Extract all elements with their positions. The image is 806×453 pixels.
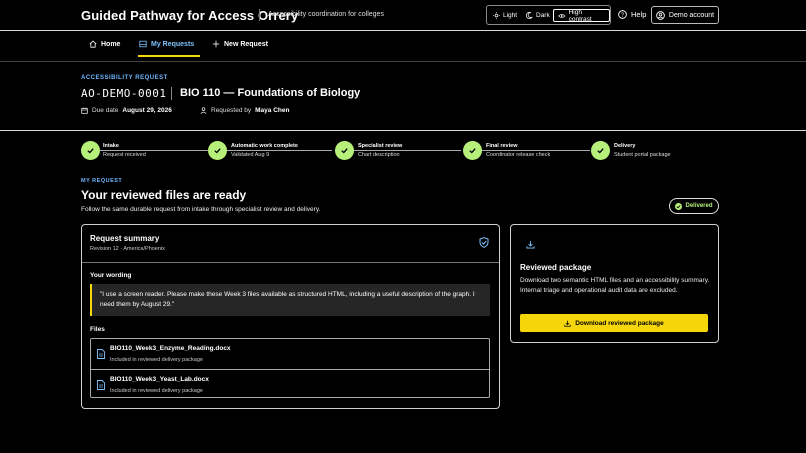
- section-title: Your reviewed files are ready: [81, 188, 247, 202]
- course-title: BIO 110 — Foundations of Biology: [180, 87, 361, 99]
- nav-new-request[interactable]: New Request: [212, 40, 268, 48]
- moon-icon: [526, 12, 533, 19]
- step-complete-check-icon: [208, 141, 227, 160]
- calendar-icon: [81, 107, 88, 114]
- theme-high-contrast-button[interactable]: High contrast: [553, 8, 610, 23]
- help-icon: ?: [618, 10, 627, 19]
- nav-home[interactable]: Home: [89, 40, 120, 48]
- requested-by-value: Maya Chen: [255, 107, 290, 114]
- nav-new-request-label: New Request: [224, 40, 268, 48]
- step-title: Intake: [103, 143, 121, 149]
- step-connector: [100, 150, 208, 151]
- step-subtitle: Student portal package: [614, 152, 671, 158]
- step-subtitle: Chart description: [358, 152, 400, 158]
- user-circle-icon: [656, 10, 665, 20]
- request-eyebrow: ACCESSIBILITY REQUEST: [81, 75, 168, 81]
- app-subtitle: Accessibility coordination for colleges: [268, 11, 384, 18]
- step-complete-check-icon: [591, 141, 610, 160]
- step-connector: [351, 150, 461, 151]
- summary-revision: Revision 12 · America/Phoenix: [90, 246, 165, 252]
- step-title: Automatic work complete: [231, 143, 300, 149]
- account-label: Demo account: [668, 11, 715, 19]
- theme-high-contrast-label: High contrast: [568, 8, 592, 23]
- file-name: BIO110_Week3_Enzyme_Reading.docx: [110, 345, 231, 352]
- summary-divider: [82, 262, 499, 263]
- step-connector: [480, 150, 590, 151]
- download-icon: [564, 320, 571, 327]
- requested-by-label: Requested by: [211, 107, 252, 114]
- status-badge-label: Delivered: [685, 203, 713, 209]
- request-id: AO-DEMO-0001: [81, 87, 167, 100]
- theme-light-button[interactable]: Light: [493, 9, 517, 22]
- package-title: Reviewed package: [520, 263, 592, 272]
- help-label: Help: [631, 10, 647, 19]
- theme-light-label: Light: [503, 12, 518, 19]
- nav-my-requests[interactable]: My Requests: [139, 40, 194, 48]
- step-title: Final review: [486, 143, 520, 149]
- user-icon: [200, 107, 207, 114]
- inbox-icon: [139, 40, 147, 48]
- step-subtitle: Coordinator release check: [486, 152, 551, 158]
- help-link[interactable]: ? Help: [618, 10, 646, 19]
- theme-switcher: Light Dark High contrast: [486, 5, 611, 25]
- sun-icon: [493, 12, 500, 19]
- download-icon: [526, 240, 535, 249]
- plus-icon: [212, 40, 220, 48]
- file-list: BIO110_Week3_Enzyme_Reading.docx Include…: [90, 338, 490, 398]
- nav-active-indicator: [138, 55, 200, 57]
- wording-label: Your wording: [90, 272, 132, 279]
- nav-my-requests-label: My Requests: [151, 40, 195, 48]
- files-label: Files: [90, 326, 105, 333]
- request-title-divider: [171, 87, 172, 100]
- nav-divider: [0, 61, 806, 62]
- file-description: Included in reviewed delivery package: [110, 388, 203, 394]
- step-connector: [227, 150, 332, 151]
- header-bottom-divider: [0, 130, 806, 131]
- step-complete-check-icon: [81, 141, 100, 160]
- due-date: Due date August 29, 2026: [81, 107, 172, 114]
- section-description: Follow the same durable request from int…: [81, 206, 321, 213]
- due-date-label: Due date: [92, 107, 119, 114]
- file-row[interactable]: BIO110_Week3_Yeast_Lab.docx Included in …: [91, 369, 489, 399]
- step-title: Delivery: [614, 143, 636, 149]
- package-description: Download two semantic HTML files and an …: [520, 277, 710, 294]
- download-package-button[interactable]: Download reviewed package: [520, 314, 708, 332]
- title-divider: [259, 9, 260, 21]
- file-row[interactable]: BIO110_Week3_Enzyme_Reading.docx Include…: [91, 339, 489, 369]
- check-circle-icon: [675, 202, 683, 210]
- requested-by: Requested by Maya Chen: [200, 107, 289, 114]
- step-subtitle: Request received: [103, 152, 146, 158]
- wording-quote: "I use a screen reader. Please make thes…: [90, 284, 490, 316]
- document-icon: [97, 380, 105, 390]
- download-package-label: Download reviewed package: [575, 319, 664, 327]
- due-date-value: August 29, 2026: [122, 107, 172, 114]
- file-name: BIO110_Week3_Yeast_Lab.docx: [110, 376, 209, 383]
- step-subtitle: Validated Aug 9: [231, 152, 270, 158]
- step-complete-check-icon: [463, 141, 482, 160]
- nav-home-label: Home: [101, 40, 121, 48]
- home-icon: [89, 40, 97, 48]
- theme-dark-label: Dark: [536, 12, 550, 19]
- step-complete-check-icon: [335, 141, 354, 160]
- account-button[interactable]: Demo account: [651, 6, 719, 24]
- document-icon: [97, 349, 105, 359]
- status-badge: Delivered: [669, 198, 719, 214]
- app-title: Guided Pathway for Access Orrery: [81, 8, 299, 23]
- summary-title: Request summary: [90, 234, 160, 243]
- section-eyebrow: MY REQUEST: [81, 178, 123, 184]
- step-title: Specialist review: [358, 143, 405, 149]
- file-description: Included in reviewed delivery package: [110, 357, 203, 363]
- header-divider: [0, 30, 806, 31]
- theme-dark-button[interactable]: Dark: [526, 9, 550, 22]
- svg-text:?: ?: [621, 13, 624, 19]
- eye-icon: [558, 13, 566, 18]
- shield-check-icon: [479, 237, 489, 248]
